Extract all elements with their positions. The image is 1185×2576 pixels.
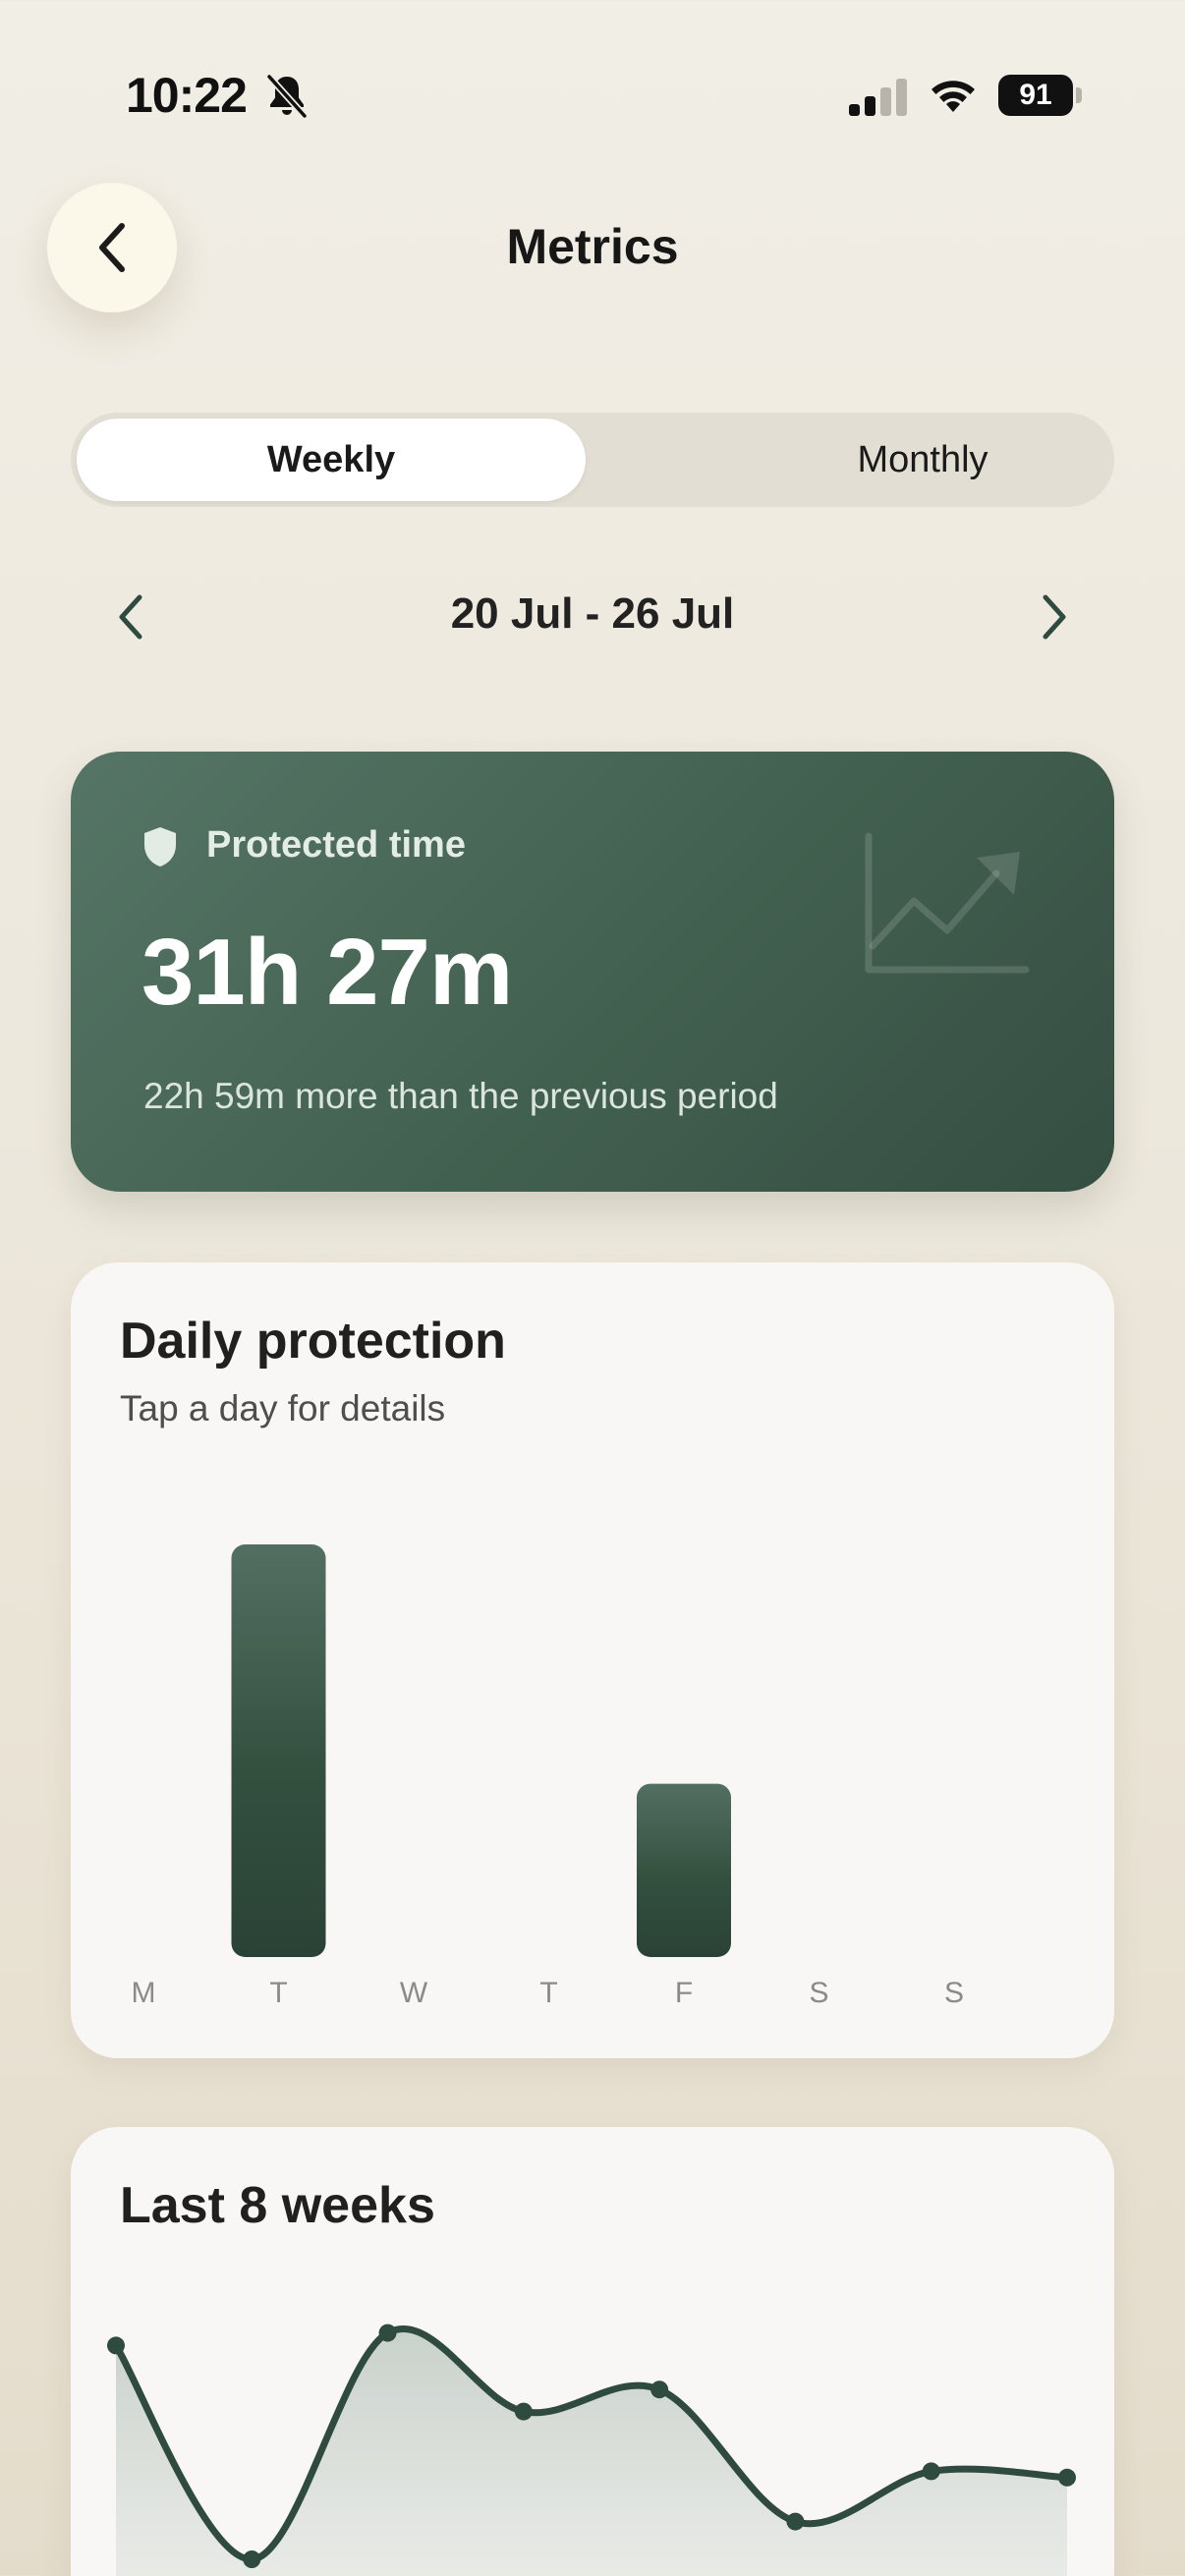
week-point-4[interactable] xyxy=(514,2402,533,2421)
tab-weekly[interactable]: Weekly xyxy=(77,419,586,501)
status-time: 10:22 xyxy=(126,68,248,123)
bar-f-4[interactable] xyxy=(637,1783,731,1957)
last-8-weeks-title: Last 8 weeks xyxy=(120,2177,435,2234)
week-point-2[interactable] xyxy=(243,2550,261,2568)
day-tick-label: M xyxy=(132,1977,156,2009)
protected-time-comparison: 22h 59m more than the previous period xyxy=(143,1076,778,1116)
weekly-area-fill xyxy=(116,2328,1067,2576)
period-toggle: Weekly Monthly xyxy=(71,413,1114,507)
daily-bar-chart: MTWTFSS xyxy=(96,1544,1001,2009)
date-range-label: 20 Jul - 26 Jul xyxy=(450,589,735,638)
protected-time-value: 31h 27m xyxy=(141,920,513,1025)
week-point-1[interactable] xyxy=(107,2336,125,2355)
bar-w-2[interactable] xyxy=(367,1564,461,1957)
battery-icon: 91 xyxy=(998,75,1082,116)
bar-m-0[interactable] xyxy=(96,1564,191,1957)
day-tick-label: F xyxy=(675,1977,693,2009)
day-tick-label: W xyxy=(400,1977,428,2009)
wifi-icon xyxy=(931,81,975,112)
daily-protection-title: Daily protection xyxy=(120,1313,506,1370)
bar-s-5[interactable] xyxy=(772,1564,867,1957)
week-point-7[interactable] xyxy=(922,2462,940,2481)
cellular-signal-icon xyxy=(849,79,907,116)
week-point-3[interactable] xyxy=(378,2324,397,2342)
bell-slash-icon xyxy=(266,74,308,119)
protected-time-label: Protected time xyxy=(206,824,466,866)
bar-s-6[interactable] xyxy=(907,1564,1001,1957)
tab-monthly[interactable]: Monthly xyxy=(666,419,1179,501)
daily-protection-subtitle: Tap a day for details xyxy=(120,1388,446,1428)
date-navigation: 20 Jul - 26 Jul xyxy=(0,580,1185,654)
day-tick-label: S xyxy=(809,1977,828,2009)
week-point-5[interactable] xyxy=(650,2380,669,2399)
status-bar: 10:22 91 xyxy=(0,0,1185,187)
day-tick-label: T xyxy=(539,1977,557,2009)
protected-time-card: Protected time 31h 27m 22h 59m more than… xyxy=(71,752,1114,1192)
trend-up-chart-icon xyxy=(865,832,1030,974)
bar-t-1[interactable] xyxy=(231,1544,326,1957)
day-tick-label: T xyxy=(269,1977,287,2009)
week-point-8[interactable] xyxy=(1058,2468,1076,2487)
week-point-6[interactable] xyxy=(786,2512,805,2531)
shield-icon xyxy=(144,827,176,867)
next-period-button[interactable] xyxy=(1032,591,1075,643)
bar-t-3[interactable] xyxy=(502,1564,596,1957)
day-tick-label: S xyxy=(944,1977,964,2009)
page-title: Metrics xyxy=(506,219,679,274)
battery-level: 91 xyxy=(998,75,1073,116)
last-8-weeks-card: Last 8 weeks xyxy=(71,2127,1114,2576)
daily-protection-card: Daily protection Tap a day for details M… xyxy=(71,1262,1114,2058)
